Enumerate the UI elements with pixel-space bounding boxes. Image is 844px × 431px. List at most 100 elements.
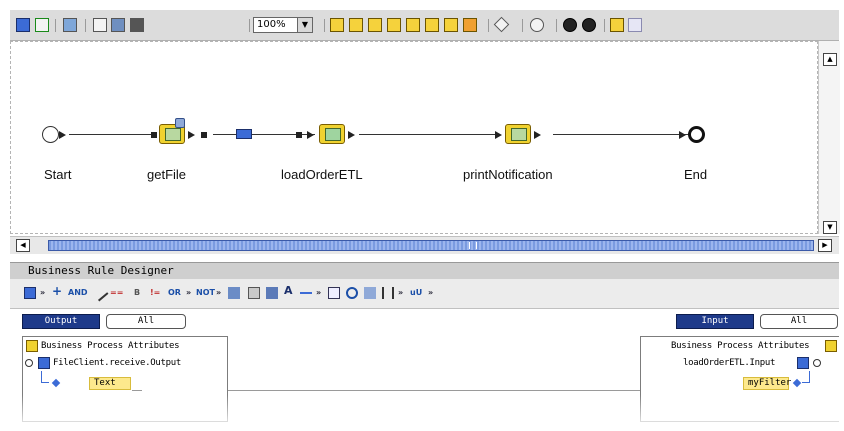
more-icon[interactable]: » (316, 287, 321, 299)
select-tool-icon[interactable] (63, 18, 77, 32)
canvas-horizontal-scrollbar[interactable]: ◀ ▶ (10, 236, 839, 254)
node-label-end: End (684, 167, 708, 182)
toolbar-separator (85, 19, 86, 32)
process-designer-toolbar: 100% ▼ (10, 10, 839, 41)
compensate-icon[interactable] (610, 18, 624, 32)
literal-icon[interactable] (364, 287, 376, 299)
toolbar-separator (522, 19, 523, 32)
or-operator[interactable]: OR (168, 287, 181, 299)
tree-connector (802, 371, 810, 383)
zoom-value: 100% (257, 19, 286, 30)
properties-icon[interactable] (628, 18, 642, 32)
list-icon[interactable] (328, 287, 340, 299)
copy-rule-icon[interactable] (24, 287, 36, 299)
function-icon[interactable]: uU (410, 287, 422, 299)
toolbar-separator (488, 19, 489, 32)
more-icon[interactable]: » (186, 287, 191, 299)
tree-node-label[interactable]: FileClient.receive.Output (53, 358, 181, 368)
port-icon (495, 131, 502, 139)
timer-icon[interactable] (563, 18, 577, 32)
activity-icon[interactable] (505, 124, 531, 144)
scroll-up-icon[interactable]: ▲ (823, 53, 837, 66)
port-icon (151, 132, 157, 138)
flow-icon[interactable] (425, 18, 439, 32)
scroll-right-icon[interactable]: ▶ (818, 239, 832, 252)
scroll-down-icon[interactable]: ▼ (823, 221, 837, 234)
field-icon (792, 378, 802, 388)
node-label-loadorderetl: loadOrderETL (281, 167, 363, 182)
print-icon[interactable] (130, 18, 144, 32)
collapse-icon[interactable] (25, 359, 33, 367)
intermediate-event-icon[interactable] (530, 18, 544, 32)
decision-icon[interactable] (493, 16, 510, 33)
loop-icon[interactable] (346, 287, 358, 299)
canvas-vertical-scrollbar[interactable]: ▲ ▼ (818, 41, 840, 234)
link-icon[interactable] (16, 18, 30, 32)
process-canvas[interactable]: Start getFile loadOrderETL printNotifica… (10, 41, 818, 234)
collapse-icon[interactable] (813, 359, 821, 367)
number-icon[interactable] (266, 287, 278, 299)
flow-link[interactable] (69, 134, 157, 135)
receive-activity-icon[interactable] (387, 18, 401, 32)
scope-icon[interactable] (406, 18, 420, 32)
toolbar-separator (324, 19, 325, 32)
more-icon[interactable]: » (40, 287, 45, 299)
port-icon (348, 131, 355, 139)
end-event-icon[interactable] (688, 126, 705, 143)
condition-icon[interactable] (382, 287, 394, 299)
terminate-icon[interactable] (582, 18, 596, 32)
not-operator[interactable]: NOT (196, 287, 215, 299)
array-icon[interactable] (300, 292, 312, 296)
edit-icon[interactable] (91, 284, 109, 302)
activity-icon[interactable] (330, 18, 344, 32)
field-text[interactable]: Text (89, 377, 131, 390)
equals-icon[interactable]: == (110, 287, 123, 299)
not-equals-icon[interactable]: != (150, 287, 160, 299)
flow-link[interactable] (359, 134, 497, 135)
node-label-printnotification: printNotification (463, 167, 553, 182)
unlink-icon[interactable] (35, 18, 49, 32)
assign-icon[interactable]: B (134, 287, 140, 299)
link-icon[interactable] (236, 129, 252, 139)
tab-all[interactable]: All (760, 314, 838, 329)
toolbar-separator (249, 19, 250, 32)
chevron-down-icon[interactable]: ▼ (297, 18, 312, 32)
more-icon[interactable]: » (428, 287, 433, 299)
message-icon (38, 357, 50, 369)
toolbar-separator (604, 19, 605, 32)
mapping-line (132, 390, 142, 391)
message-icon (797, 357, 809, 369)
check-icon[interactable] (93, 18, 107, 32)
flow-link[interactable] (553, 134, 689, 135)
port-icon (534, 131, 541, 139)
event-icon[interactable] (463, 18, 477, 32)
subprocess-icon[interactable] (349, 18, 363, 32)
start-event-icon[interactable] (42, 126, 59, 143)
scroll-left-icon[interactable]: ◀ (16, 239, 30, 252)
toolbar-separator (55, 19, 56, 32)
port-icon (188, 131, 195, 139)
and-operator[interactable]: AND (68, 287, 88, 299)
text-icon[interactable]: A (284, 285, 293, 297)
bottom-fade (0, 395, 844, 431)
tree-root-label: Business Process Attributes (671, 341, 810, 351)
scroll-thumb[interactable] (48, 240, 814, 251)
tree-node-label[interactable]: loadOrderETL.Input (683, 358, 775, 368)
port-icon (296, 132, 302, 138)
more-icon[interactable]: » (216, 287, 221, 299)
etl-activity-icon[interactable] (319, 124, 345, 144)
method-icon[interactable] (228, 287, 240, 299)
zoom-select[interactable]: 100% ▼ (253, 17, 313, 33)
add-icon[interactable]: + (52, 285, 62, 297)
string-icon[interactable] (248, 287, 260, 299)
tree-root-label: Business Process Attributes (41, 341, 180, 351)
pick-icon[interactable] (444, 18, 458, 32)
tab-all[interactable]: All (106, 314, 186, 329)
field-myfilter[interactable]: myFilter (743, 377, 791, 390)
port-icon (201, 132, 207, 138)
more-icon[interactable]: » (398, 287, 403, 299)
tab-input[interactable]: Input (676, 314, 754, 329)
tab-output[interactable]: Output (22, 314, 100, 329)
save-icon[interactable] (111, 18, 125, 32)
email-activity-icon[interactable] (368, 18, 382, 32)
